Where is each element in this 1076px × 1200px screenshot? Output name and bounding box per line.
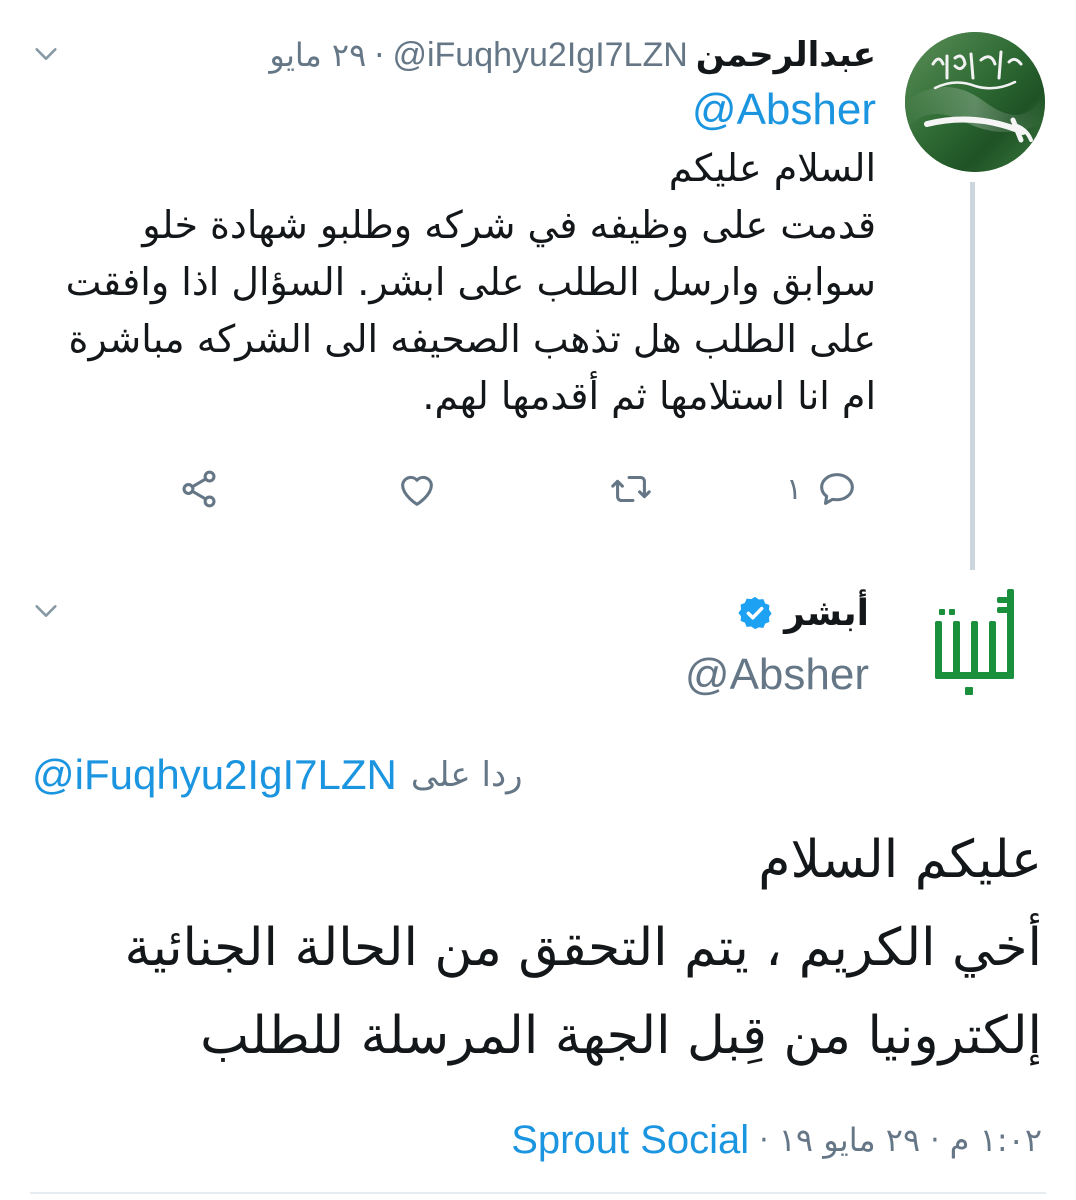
tweet2-avatar[interactable] — [925, 583, 1025, 703]
saudi-flag-avatar-image — [905, 32, 1045, 172]
reply-icon — [820, 473, 854, 505]
replying-to-line: ردا على @iFuqhyu2IgI7LZN — [32, 745, 523, 805]
retweet-icon — [611, 475, 651, 503]
tweet1-date[interactable]: ٢٩ مايو — [269, 36, 366, 74]
reply-button[interactable]: ١ — [786, 462, 860, 516]
tweet2-separator: · — [759, 1122, 769, 1158]
replying-to-handle-link[interactable]: @iFuqhyu2IgI7LZN — [32, 751, 397, 799]
tweet2-menu-button[interactable] — [32, 597, 60, 625]
reply-count: ١ — [786, 471, 803, 507]
tweet1-mention-link[interactable]: @Absher — [692, 85, 876, 135]
absher-logo-avatar-image — [935, 589, 1014, 695]
verified-badge-icon — [736, 594, 774, 632]
tweet1-body-line: سوابق وارسل الطلب على ابشر. السؤال اذا و… — [65, 260, 876, 304]
retweet-button[interactable] — [608, 462, 666, 516]
tweet2-date[interactable]: ٢٩ مايو ١٩ — [779, 1121, 920, 1159]
tweet1-body-line: ام انا استلامها ثم أقدمها لهم. — [422, 374, 876, 418]
tweet1-author-name[interactable]: عبدالرحمن — [696, 35, 876, 75]
tweet1-avatar[interactable] — [905, 32, 1045, 172]
share-icon — [182, 470, 216, 508]
chevron-down-icon — [35, 605, 57, 617]
tweet2-body-line: إلكترونيا من قِبل الجهة المرسلة للطلب — [200, 1006, 1042, 1066]
bottom-divider — [30, 1192, 1046, 1194]
like-button[interactable] — [394, 462, 452, 516]
tweet2-author-name[interactable]: أبشر — [784, 593, 869, 634]
tweet1-header: عبدالرحمن @iFuqhyu2IgI7LZN · ٢٩ مايو — [269, 30, 876, 80]
tweet2-source-link[interactable]: Sprout Social — [511, 1118, 749, 1163]
tweet2-separator: · — [930, 1122, 940, 1158]
tweet2-meta: ١:٠٢ م · ٢٩ مايو ١٩ · Sprout Social — [511, 1110, 1042, 1170]
tweet1-body-line: قدمت على وظيفه في شركه وطلبو شهادة خلو — [142, 203, 876, 247]
chevron-down-icon — [35, 48, 57, 60]
tweet2-author-handle[interactable]: @Absher — [685, 650, 869, 700]
tweet1-body: السلام عليكم قدمت على وظيفه في شركه وطلب… — [66, 140, 876, 425]
share-button[interactable] — [176, 462, 222, 516]
tweet1-author-handle[interactable]: @iFuqhyu2IgI7LZN — [392, 36, 687, 75]
tweet1-body-line: على الطلب هل تذهب الصحيفه الى الشركه مبا… — [68, 317, 876, 361]
tweet2-header: أبشر — [736, 588, 869, 638]
thread-connector-line — [970, 182, 975, 570]
tweet2-body: عليكم السلام أخي الكريم ، يتم التحقق من … — [32, 816, 1043, 1080]
replying-to-label: ردا على — [410, 755, 523, 795]
tweet2-body-line: أخي الكريم ، يتم التحقق من الحالة الجنائ… — [124, 918, 1043, 978]
tweet1-menu-button[interactable] — [32, 40, 60, 68]
tweet2-body-line: عليكم السلام — [758, 830, 1042, 890]
heart-icon — [401, 475, 433, 506]
tweet2-time[interactable]: ١:٠٢ م — [950, 1121, 1042, 1159]
tweet1-body-line: السلام عليكم — [668, 146, 876, 190]
tweet1-separator: · — [374, 36, 385, 74]
